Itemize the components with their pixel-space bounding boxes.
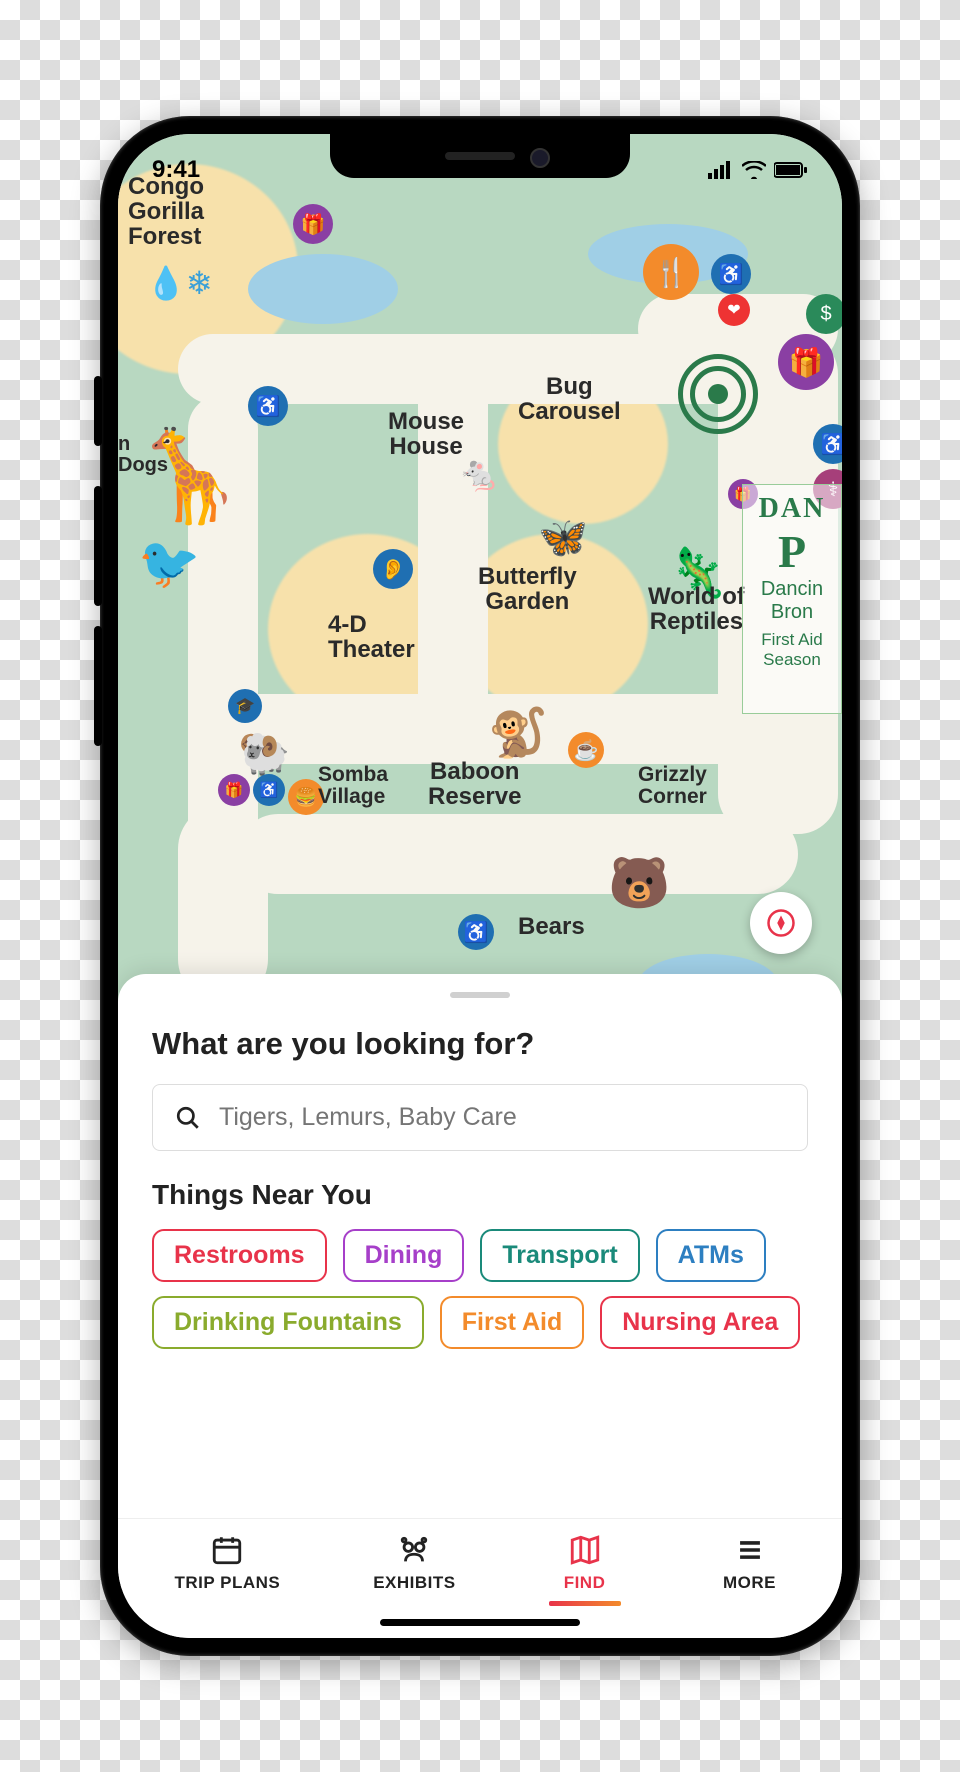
hearing-icon[interactable]: 👂	[373, 549, 413, 589]
compass-button[interactable]	[750, 892, 812, 954]
search-input[interactable]	[219, 1103, 785, 1132]
signal-icon	[708, 161, 734, 179]
transport-icon[interactable]: 🎓	[228, 689, 262, 723]
notch	[330, 134, 630, 178]
restroom-icon-5[interactable]: ♿	[458, 914, 494, 950]
ostrich-icon: 🐦	[138, 534, 200, 593]
home-indicator	[380, 1619, 580, 1626]
status-right	[708, 161, 808, 179]
chip-drinking-fountains[interactable]: Drinking Fountains	[152, 1296, 424, 1349]
restroom-icon-4[interactable]: ♿	[253, 774, 285, 806]
gift-icon-2[interactable]: 🎁	[778, 334, 834, 390]
chip-nursing-area[interactable]: Nursing Area	[600, 1296, 800, 1349]
dining-icon[interactable]: 🍴	[643, 244, 699, 300]
chip-dining[interactable]: Dining	[343, 1229, 465, 1282]
more-icon	[733, 1533, 767, 1567]
search-icon	[175, 1105, 201, 1131]
label-dogs: n Dogs	[118, 434, 168, 476]
trip-icon	[210, 1533, 244, 1567]
battery-icon	[774, 161, 808, 179]
tab-trip[interactable]: TRIP PLANS	[174, 1533, 280, 1606]
sheet-title: What are you looking for?	[152, 1026, 808, 1062]
label-somba: Somba Village	[318, 764, 388, 808]
tab-label: EXHIBITS	[373, 1573, 455, 1593]
monkey-icon: 🐒	[488, 704, 548, 761]
phone-frame: 9:41	[100, 116, 860, 1656]
tab-label: MORE	[723, 1573, 776, 1593]
label-butterfly: Butterfly Garden	[478, 564, 577, 614]
chip-restrooms[interactable]: Restrooms	[152, 1229, 327, 1282]
chip-first-aid[interactable]: First Aid	[440, 1296, 584, 1349]
chip-atms[interactable]: ATMs	[656, 1229, 766, 1282]
bottom-sheet[interactable]: What are you looking for? Things Near Yo…	[118, 974, 842, 1528]
sheet-grabber[interactable]	[450, 992, 510, 998]
search-field[interactable]	[152, 1084, 808, 1151]
restroom-icon-2[interactable]: ♿	[711, 254, 751, 294]
label-4d: 4-D Theater	[328, 612, 415, 662]
tab-more[interactable]: MORE	[714, 1533, 786, 1606]
current-location-beacon	[678, 354, 758, 434]
chips-row: Restrooms Dining Transport ATMs Drinking Fou…	[152, 1229, 808, 1349]
atm-icon[interactable]: $	[806, 294, 842, 334]
label-grizzly: Grizzly Corner	[638, 764, 707, 808]
label-reptiles: World of Reptiles	[648, 584, 745, 634]
dancing-crane-card[interactable]: DAN P Dancin Bron First Aid Season	[742, 484, 842, 714]
gift-icon-4[interactable]: 🎁	[218, 774, 250, 806]
status-time: 9:41	[152, 156, 200, 184]
tab-exhibits[interactable]: EXHIBITS	[373, 1533, 455, 1606]
cafe-icon[interactable]: ☕	[568, 732, 604, 768]
mouse-icon: 🐁	[458, 454, 500, 494]
wifi-icon	[742, 161, 766, 179]
tab-find[interactable]: FIND	[549, 1533, 621, 1606]
label-bug-carousel: Bug Carousel	[518, 374, 621, 424]
zoo-map[interactable]: 🦒 🐦 🐻 🐏 🐒 🦎 🦋 🐁 ♿ 🎁 🍴 ♿ ❤ $ 🎁 ♿ ⚕ 🎁 👂 ☕ …	[118, 134, 842, 1024]
exhibits-icon	[397, 1533, 431, 1567]
find-icon	[568, 1533, 602, 1567]
label-baboon: Baboon Reserve	[428, 759, 521, 809]
chip-transport[interactable]: Transport	[480, 1229, 639, 1282]
gift-icon[interactable]: 🎁	[293, 204, 333, 244]
bear-icon: 🐻	[608, 854, 670, 913]
butterfly-icon: 🦋	[538, 514, 588, 561]
label-bears: Bears	[518, 914, 585, 939]
ram-icon: 🐏	[238, 729, 290, 778]
near-you-title: Things Near You	[152, 1179, 808, 1211]
tab-label: TRIP PLANS	[174, 1573, 280, 1593]
tab-label: FIND	[564, 1573, 606, 1593]
screen: 9:41	[118, 134, 842, 1638]
aed-icon[interactable]: ❤	[718, 294, 750, 326]
water-snow-icon: 💧❄	[146, 264, 213, 302]
label-mouse-house: Mouse House	[388, 409, 464, 459]
restroom-icon[interactable]: ♿	[248, 386, 288, 426]
